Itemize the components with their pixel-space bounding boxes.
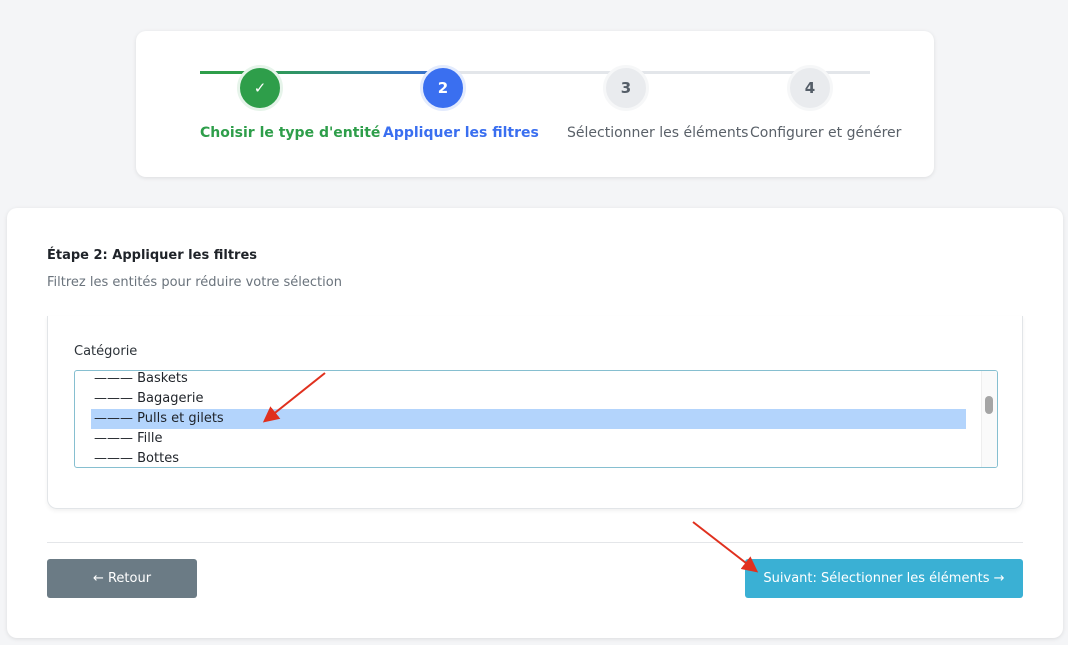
filter-panel: Catégorie ——— Baskets ——— Bagagerie ——— …: [47, 316, 1023, 509]
next-button[interactable]: Suivant: Sélectionner les éléments →: [745, 559, 1023, 598]
step-4-indicator[interactable]: 4: [787, 65, 833, 111]
page-subtitle: Filtrez les entités pour réduire votre s…: [47, 275, 342, 290]
step-4-label[interactable]: Configurer et générer: [750, 125, 901, 141]
scrollbar-thumb[interactable]: [985, 396, 993, 414]
step-2-indicator[interactable]: 2: [420, 65, 466, 111]
step-content-card: Étape 2: Appliquer les filtres Filtrez l…: [7, 208, 1063, 638]
back-button[interactable]: ← Retour: [47, 559, 197, 598]
listbox-scrollbar[interactable]: [981, 371, 997, 467]
page-title: Étape 2: Appliquer les filtres: [47, 248, 257, 263]
step-3-label[interactable]: Sélectionner les éléments: [567, 125, 748, 141]
list-item[interactable]: ——— Bottes: [91, 449, 966, 467]
progress-track-active: [260, 71, 443, 74]
step-2-label[interactable]: Appliquer les filtres: [383, 125, 539, 141]
list-item[interactable]: ——— Fille: [91, 429, 966, 449]
list-item-selected[interactable]: ——— Pulls et gilets: [91, 409, 966, 429]
step-1-label[interactable]: Choisir le type d'entité: [200, 125, 380, 141]
category-label: Catégorie: [74, 344, 138, 359]
divider: [47, 542, 1023, 543]
step-3-indicator[interactable]: 3: [603, 65, 649, 111]
list-item[interactable]: ——— Baskets: [91, 371, 966, 389]
category-listbox[interactable]: ——— Baskets ——— Bagagerie ——— Pulls et g…: [74, 370, 998, 468]
step-1-check-icon[interactable]: ✓: [237, 65, 283, 111]
list-item[interactable]: ——— Bagagerie: [91, 389, 966, 409]
